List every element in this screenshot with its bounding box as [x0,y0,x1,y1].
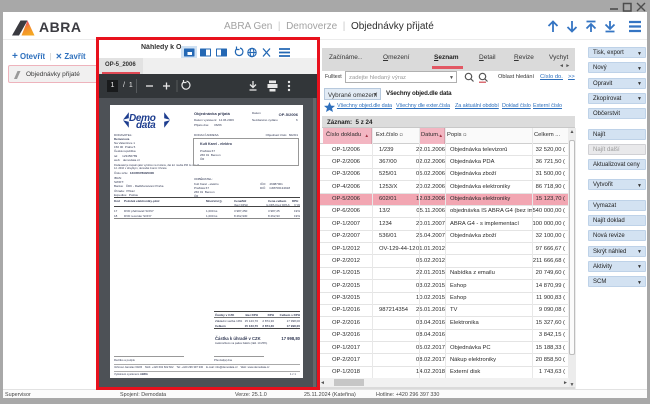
svg-text:data: data [136,120,156,128]
